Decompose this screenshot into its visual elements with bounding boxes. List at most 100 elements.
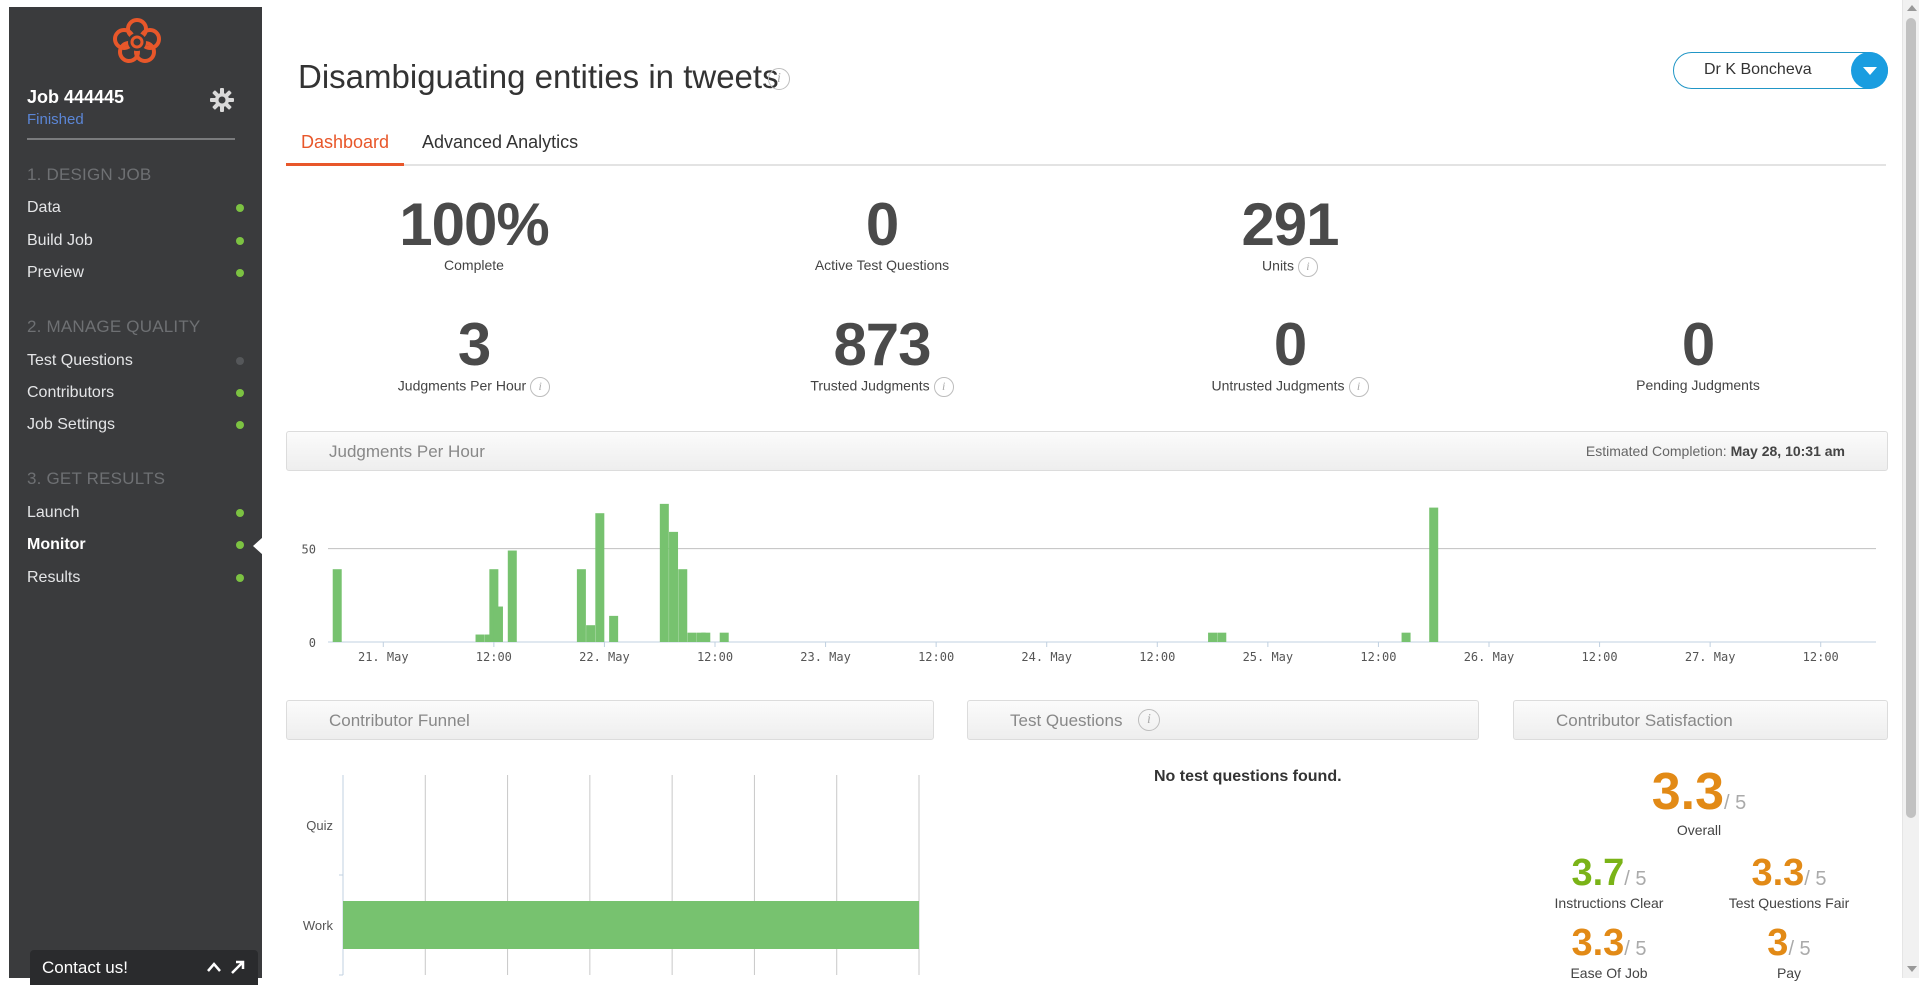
sidebar-item-launch[interactable]: Launch: [27, 501, 247, 529]
stat-trusted-judgments: 873 Trusted Judgments i: [752, 313, 1012, 397]
x-tick-label: 12:00: [1803, 650, 1839, 664]
sidebar-item-label: Contributors: [27, 384, 115, 401]
info-icon[interactable]: i: [933, 377, 954, 397]
stat-active-test-questions: 0 Active Test Questions: [752, 193, 1012, 274]
panel-title: Contributor Funnel: [329, 711, 470, 730]
score-caption: Instructions Clear: [1554, 895, 1664, 911]
score-caption: Test Questions Fair: [1728, 895, 1850, 911]
sidebar-item-label: Test Questions: [27, 352, 133, 369]
contributor-funnel-chart: Quiz Work: [303, 775, 920, 976]
sidebar-item-contributors[interactable]: Contributors: [27, 381, 247, 409]
stat-label: Untrusted Judgments: [1211, 377, 1345, 394]
stat-label: Trusted Judgments: [810, 377, 930, 394]
stat-label: Active Test Questions: [814, 257, 950, 273]
sidebar-item-label: Job Settings: [27, 416, 116, 433]
estimate-value: May 28, 10:31 am: [1730, 443, 1845, 459]
sidebar-item-label: Launch: [27, 504, 80, 521]
bar: [343, 901, 919, 949]
status-dot: [236, 574, 244, 582]
score-out-of: / 5: [1624, 868, 1647, 890]
info-icon[interactable]: i: [530, 377, 551, 397]
bar: [719, 632, 729, 642]
status-dot: [236, 237, 244, 245]
score-value: 3.3: [1751, 852, 1805, 894]
info-icon[interactable]: i: [768, 68, 790, 90]
satisfaction-test-questions-fair: 3.3/ 5 Test Questions Fair: [1704, 852, 1874, 911]
judgments-per-hour-chart: 0 50 21. May 12:00 22. May 12:00 23. May 12:00 2…: [302, 503, 1876, 664]
bar: [659, 503, 669, 642]
panel-title: Judgments Per Hour: [329, 442, 485, 461]
user-menu-button[interactable]: Dr K Boncheva: [1673, 52, 1888, 89]
sidebar-item-monitor[interactable]: Monitor: [27, 533, 247, 561]
job-status: Finished: [27, 111, 84, 128]
x-tick-label: 12:00: [697, 650, 733, 664]
status-dot: [236, 357, 244, 365]
bar: [493, 606, 503, 642]
tab-dashboard[interactable]: Dashboard: [286, 132, 404, 166]
info-icon[interactable]: i: [1138, 709, 1160, 731]
stat-value: 3: [457, 311, 491, 378]
estimated-completion: Estimated Completion: May 28, 10:31 am: [1586, 443, 1845, 459]
contact-us-button[interactable]: Contact us!: [30, 950, 258, 985]
x-tick-label: 25. May: [1243, 650, 1294, 664]
scroll-thumb[interactable]: [1906, 18, 1916, 818]
score-row: 3.3/ 5: [1524, 922, 1694, 965]
score-row: 3.3/ 5: [1704, 852, 1874, 895]
sidebar-item-data[interactable]: Data: [27, 196, 247, 224]
satisfaction-instructions-clear: 3.7/ 5 Instructions Clear: [1524, 852, 1694, 911]
score-value: 3.3: [1571, 922, 1625, 964]
funnel-panel-header: Contributor Funnel: [286, 700, 934, 740]
expand-icon[interactable]: [230, 959, 246, 975]
scroll-down-arrow-icon[interactable]: [1907, 966, 1917, 972]
score-out-of: / 5: [1724, 792, 1747, 814]
sidebar-item-preview[interactable]: Preview: [27, 261, 247, 289]
sidebar-item-results[interactable]: Results: [27, 566, 247, 594]
info-icon[interactable]: i: [1348, 377, 1369, 397]
x-tick-label: 12:00: [476, 650, 512, 664]
stat-pending-judgments: 0 Pending Judgments: [1568, 313, 1828, 394]
tab-advanced-analytics[interactable]: Advanced Analytics: [422, 132, 578, 166]
info-icon[interactable]: i: [1297, 257, 1318, 277]
score-value: 3.3: [1651, 763, 1725, 821]
stat-label-row: Units i: [1160, 257, 1420, 277]
bar: [701, 632, 711, 642]
bar: [1217, 632, 1227, 642]
stat-label-row: Trusted Judgments i: [752, 377, 1012, 397]
panel-title: Test Questions: [1010, 711, 1123, 730]
bar: [586, 625, 596, 642]
gear-icon[interactable]: [209, 87, 235, 113]
y-tick-label: 50: [302, 543, 316, 557]
no-test-questions-text: No test questions found.: [1154, 768, 1342, 785]
tab-bar: Dashboard Advanced Analytics: [286, 128, 1886, 166]
sidebar-item-build-job[interactable]: Build Job: [27, 229, 247, 257]
scroll-up-arrow-icon[interactable]: [1907, 5, 1917, 11]
section-manage-quality: 2. MANAGE QUALITY: [27, 317, 201, 336]
satisfaction-panel-header: Contributor Satisfaction: [1513, 700, 1888, 740]
status-dot: [236, 421, 244, 429]
user-name: Dr K Boncheva: [1704, 61, 1812, 78]
scrollbar[interactable]: [1902, 0, 1919, 978]
sidebar-item-test-questions[interactable]: Test Questions: [27, 349, 247, 377]
status-dot: [236, 204, 244, 212]
x-tick-label: 22. May: [579, 650, 630, 664]
sidebar-item-label: Monitor: [27, 536, 86, 553]
dropdown-caret-icon[interactable]: [1851, 52, 1888, 89]
bar: [576, 569, 586, 642]
bar: [1429, 507, 1439, 642]
sidebar-item-label: Results: [27, 569, 81, 586]
stat-units: 291 Units i: [1160, 193, 1420, 277]
x-tick-label: 12:00: [1582, 650, 1618, 664]
x-tick-label: 23. May: [800, 650, 851, 664]
section-get-results: 3. GET RESULTS: [27, 469, 166, 488]
sidebar-item-label: Data: [27, 199, 61, 216]
sidebar-item-job-settings[interactable]: Job Settings: [27, 413, 247, 441]
sidebar-item-label: Build Job: [27, 232, 93, 249]
score-value: 3.7: [1571, 852, 1625, 894]
chevron-up-icon[interactable]: [207, 962, 221, 972]
bar: [595, 513, 605, 642]
bar: [609, 615, 619, 642]
stat-label-row: Untrusted Judgments i: [1160, 377, 1420, 397]
app-frame: Job 444445 Finished 1. DESIGN JOB Data B…: [0, 0, 1919, 985]
stat-value: 873: [833, 311, 931, 378]
logo-icon[interactable]: [107, 15, 167, 65]
